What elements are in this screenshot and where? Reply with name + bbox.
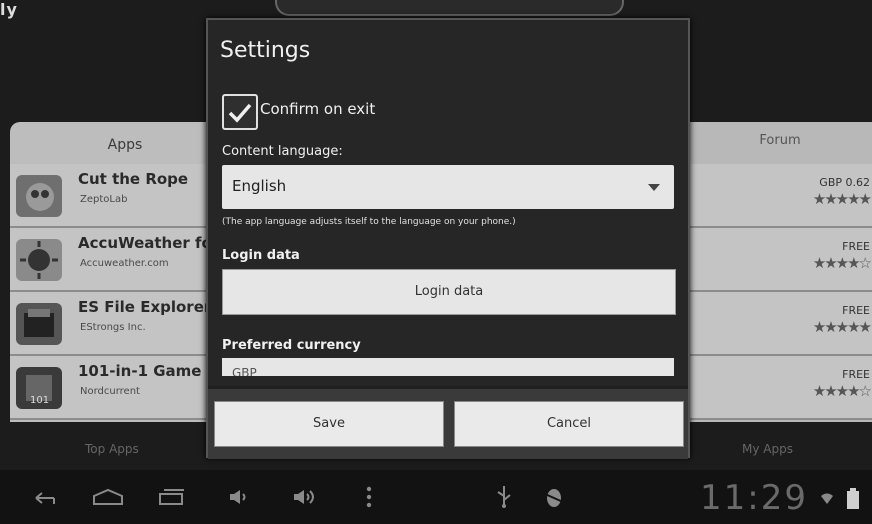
accuweather-icon	[16, 239, 62, 281]
tab-forum[interactable]: Forum	[688, 122, 872, 164]
app-developer: ZeptoLab	[80, 194, 128, 205]
tab-apps[interactable]: Apps	[10, 122, 210, 164]
menu-icon[interactable]	[365, 486, 373, 508]
list-item[interactable]: FREE ★★★★☆	[688, 228, 872, 292]
price-label: FREE	[842, 304, 870, 317]
clock: 11:29	[700, 478, 808, 518]
list-item[interactable]: ES File Explorer EStrongs Inc.	[10, 292, 210, 356]
login-data-label: Login data	[222, 248, 300, 263]
price-label: GBP 0.62	[819, 176, 870, 189]
list-item[interactable]: GBP 0.62 ★★★★★	[688, 164, 872, 228]
dialog-footer: Save Cancel	[208, 386, 688, 459]
list-item[interactable]: 101 101-in-1 Game Nordcurrent	[10, 356, 210, 420]
content-language-value: English	[232, 177, 287, 195]
app-title: Cut the Rope	[78, 170, 189, 188]
content-language-select[interactable]: English	[222, 165, 674, 209]
game-icon: 101	[16, 367, 62, 409]
app-developer: Accuweather.com	[80, 258, 169, 269]
cancel-button[interactable]: Cancel	[454, 401, 684, 447]
rating-stars: ★★★★☆	[812, 254, 872, 272]
checkmark-icon	[228, 103, 252, 123]
login-data-button[interactable]: Login data	[222, 269, 676, 315]
dialog-title: Settings	[220, 38, 311, 63]
volume-down-icon[interactable]	[228, 488, 250, 506]
corner-text: ly	[0, 0, 18, 19]
forum-pane: Forum GBP 0.62 ★★★★★ FREE ★★★★☆ FREE ★★★…	[688, 122, 872, 422]
apps-pane: Apps Cut the Rope ZeptoLab AccuWeather f…	[10, 122, 210, 422]
app-developer: Nordcurrent	[80, 386, 140, 397]
app-title: 101-in-1 Game	[78, 362, 202, 380]
confirm-exit-checkbox[interactable]	[222, 94, 258, 130]
tab-my-apps[interactable]: My Apps	[742, 442, 793, 456]
currency-label: Preferred currency	[222, 338, 361, 353]
battery-icon	[847, 488, 859, 509]
list-item[interactable]: FREE ★★★★★	[688, 292, 872, 356]
currency-select[interactable]: GBP	[222, 358, 674, 376]
rating-stars: ★★★★☆	[812, 382, 872, 400]
app-title: AccuWeather fo	[78, 234, 210, 252]
cut-the-rope-icon	[16, 175, 62, 217]
settings-dialog: Settings Confirm on exit Content languag…	[206, 18, 690, 459]
language-hint: (The app language adjusts itself to the …	[222, 217, 516, 227]
list-item[interactable]: FREE ★★★★☆	[688, 356, 872, 420]
usb-icon	[497, 486, 511, 508]
price-label: FREE	[842, 368, 870, 381]
app-developer: EStrongs Inc.	[80, 322, 146, 333]
es-file-explorer-icon	[16, 303, 62, 345]
chevron-down-icon	[648, 184, 660, 191]
content-language-label: Content language:	[222, 144, 343, 159]
app-title: ES File Explorer	[78, 298, 210, 316]
top-tab-handle[interactable]	[275, 0, 624, 16]
home-icon[interactable]	[92, 488, 124, 506]
wifi-icon	[821, 493, 833, 504]
save-button[interactable]: Save	[214, 401, 444, 447]
confirm-exit-label: Confirm on exit	[260, 100, 376, 118]
volume-up-icon[interactable]	[292, 488, 318, 506]
price-label: FREE	[842, 240, 870, 253]
tab-top-apps[interactable]: Top Apps	[85, 442, 139, 456]
back-icon[interactable]	[32, 490, 60, 506]
list-item[interactable]: Cut the Rope ZeptoLab	[10, 164, 210, 228]
svg-text:101: 101	[30, 395, 49, 406]
android-debug-icon	[544, 489, 564, 507]
currency-value: GBP	[232, 366, 257, 376]
list-item[interactable]: AccuWeather fo Accuweather.com	[10, 228, 210, 292]
rating-stars: ★★★★★	[812, 318, 872, 336]
recent-apps-icon[interactable]	[158, 488, 186, 506]
rating-stars: ★★★★★	[812, 190, 872, 208]
